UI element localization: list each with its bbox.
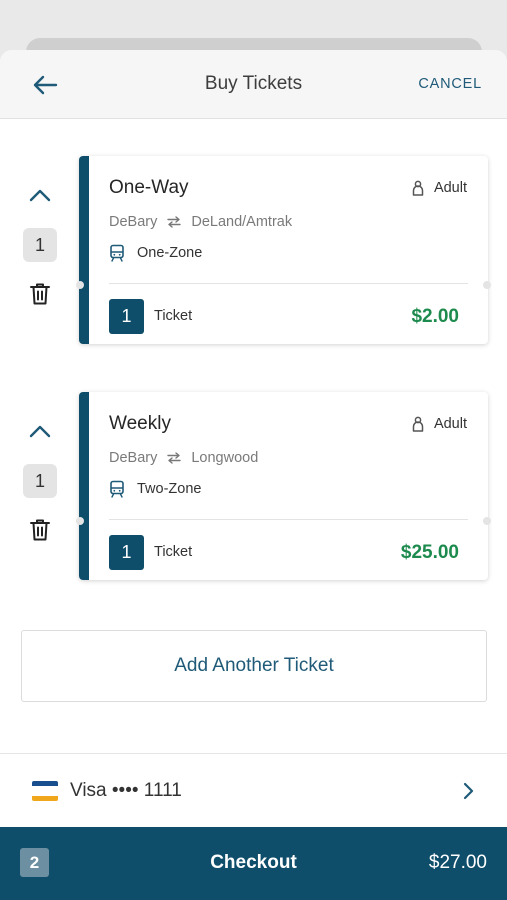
checkout-total: $27.00: [428, 852, 487, 873]
train-icon: [110, 244, 124, 262]
train-icon: [110, 480, 124, 498]
ticket-type: One-Way: [109, 177, 189, 198]
buy-tickets-sheet: Buy Tickets CANCEL 1 One-Way Adult DeBar…: [0, 50, 507, 900]
ticket-divider: [109, 519, 468, 520]
increase-quantity-button[interactable]: [22, 416, 58, 446]
add-another-ticket-button[interactable]: Add Another Ticket: [21, 630, 487, 702]
card-notch-right: [483, 281, 491, 289]
chevron-up-icon: [29, 189, 51, 202]
chevron-right-icon: [463, 782, 474, 800]
chevron-up-icon: [29, 425, 51, 438]
rider-type: Adult: [412, 416, 467, 432]
delete-ticket-button[interactable]: [22, 513, 58, 547]
ticket-label: Ticket: [154, 308, 193, 324]
person-icon: [412, 180, 424, 196]
route-destination: DeLand/Amtrak: [191, 214, 293, 230]
route-origin: DeBary: [109, 214, 158, 230]
ticket-route: DeBary DeLand/Amtrak: [109, 214, 292, 230]
ticket-route: DeBary Longwood: [109, 450, 258, 466]
delete-ticket-button[interactable]: [22, 277, 58, 311]
ticket-price: $2.00: [411, 306, 459, 327]
trash-icon: [30, 283, 50, 305]
ticket-card-stripe: [79, 156, 89, 344]
ticket-card-stripe: [79, 392, 89, 580]
zone-label: One-Zone: [137, 245, 203, 261]
increase-quantity-button[interactable]: [22, 180, 58, 210]
quantity-value: 1: [23, 464, 57, 498]
credit-card-icon: [32, 781, 58, 801]
ticket-count-badge: 1: [109, 299, 144, 334]
swap-arrows-icon: [167, 216, 182, 228]
swap-arrows-icon: [167, 452, 182, 464]
route-destination: Longwood: [191, 450, 259, 466]
ticket-divider: [109, 283, 468, 284]
ticket-card[interactable]: One-Way Adult DeBary DeLand/Amtrak One-Z…: [79, 156, 488, 344]
checkout-button[interactable]: 2 Checkout $27.00: [0, 827, 507, 900]
ticket-zone: One-Zone: [109, 244, 202, 262]
ticket-card[interactable]: Weekly Adult DeBary Longwood Two-Zone 1 …: [79, 392, 488, 580]
ticket-price: $25.00: [400, 542, 459, 563]
rider-type: Adult: [412, 180, 467, 196]
ticket-label: Ticket: [154, 544, 193, 560]
card-notch-right: [483, 517, 491, 525]
ticket-count-badge: 1: [109, 535, 144, 570]
ticket-type: Weekly: [109, 413, 171, 434]
card-notch-left: [76, 517, 84, 525]
route-origin: DeBary: [109, 450, 158, 466]
payment-method-label: Visa •••• 1111: [70, 780, 182, 801]
payment-method-row[interactable]: Visa •••• 1111: [0, 753, 507, 827]
rider-label: Adult: [433, 416, 467, 432]
rider-label: Adult: [433, 180, 467, 196]
quantity-value: 1: [23, 228, 57, 262]
header: Buy Tickets CANCEL: [0, 50, 507, 119]
card-notch-left: [76, 281, 84, 289]
cancel-button[interactable]: CANCEL: [418, 76, 482, 92]
trash-icon: [30, 519, 50, 541]
zone-label: Two-Zone: [137, 481, 202, 497]
ticket-zone: Two-Zone: [109, 480, 201, 498]
person-icon: [412, 416, 424, 432]
